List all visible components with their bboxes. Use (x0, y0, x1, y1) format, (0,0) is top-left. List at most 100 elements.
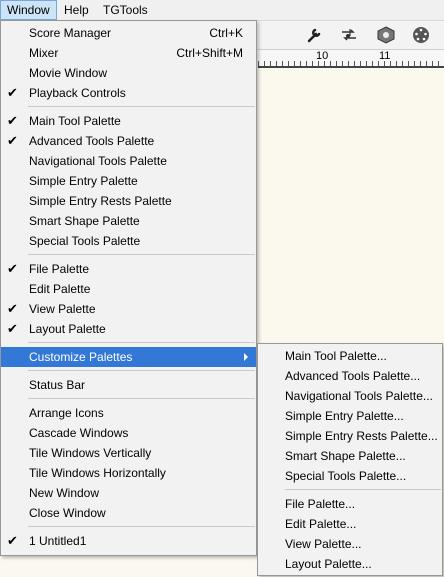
menu-item-label: Advanced Tools Palette (29, 134, 155, 148)
menu-item-label: File Palette (29, 262, 90, 276)
menu-help[interactable]: Help (58, 0, 95, 20)
menu-item-label: View Palette... (285, 537, 362, 551)
menu-item-label: Close Window (29, 506, 106, 520)
menu-separator (1, 103, 256, 111)
menu-item-close-window[interactable]: Close Window (1, 503, 256, 523)
menu-item-layout-palette[interactable]: ✔ Layout Palette (1, 319, 256, 339)
menu-item-label: Special Tools Palette... (285, 469, 407, 483)
wrench-icon[interactable] (306, 26, 324, 44)
menu-item-label: 1 Untitled1 (29, 534, 87, 548)
menu-item-label: Navigational Tools Palette... (285, 389, 433, 403)
menu-item-mixer[interactable]: Mixer Ctrl+Shift+M (1, 43, 256, 63)
menu-item-cascade-windows[interactable]: Cascade Windows (1, 423, 256, 443)
menu-item-simple-entry-palette[interactable]: Simple Entry Palette (1, 171, 256, 191)
menu-item-status-bar[interactable]: Status Bar (1, 375, 256, 395)
checkmark-icon: ✔ (7, 261, 18, 276)
menu-item-special-tools-palette[interactable]: Special Tools Palette... (258, 466, 442, 486)
menu-item-label: Cascade Windows (29, 426, 129, 440)
submenu-arrow-icon (244, 353, 248, 361)
menu-item-arrange-icons[interactable]: Arrange Icons (1, 403, 256, 423)
ruler-label: 11 (379, 50, 391, 62)
menu-item-shortcut: Ctrl+Shift+M (176, 46, 243, 60)
menu-item-label: Movie Window (29, 66, 108, 80)
menu-bar: Window Help TGTools (0, 0, 444, 21)
menu-item-label: Status Bar (29, 378, 86, 392)
menu-item-file-palette[interactable]: File Palette... (258, 494, 442, 514)
menu-item-layout-palette[interactable]: Layout Palette... (258, 554, 442, 574)
speaker-cube-icon[interactable] (376, 26, 395, 44)
menu-item-view-palette[interactable]: View Palette... (258, 534, 442, 554)
menu-item-shortcut: Ctrl+K (209, 26, 243, 40)
menu-item-label: Edit Palette (29, 282, 91, 296)
menu-item-new-window[interactable]: New Window (1, 483, 256, 503)
menu-item-label: Simple Entry Rests Palette (29, 194, 172, 208)
menu-item-advanced-tools-palette[interactable]: ✔ Advanced Tools Palette (1, 131, 256, 151)
menu-item-label: New Window (29, 486, 100, 500)
menu-item-label: Score Manager (29, 26, 112, 40)
menu-item-label: Edit Palette... (285, 517, 357, 531)
menu-item-label: Advanced Tools Palette... (285, 369, 421, 383)
menu-item-simple-entry-rests-palette[interactable]: Simple Entry Rests Palette (1, 191, 256, 211)
menu-item-main-tool-palette[interactable]: Main Tool Palette... (258, 346, 442, 366)
menu-item-1-untitled1[interactable]: ✔ 1 Untitled1 (1, 531, 256, 551)
menu-item-label: Special Tools Palette (29, 234, 141, 248)
menu-separator (258, 486, 442, 494)
menu-item-label: Customize Palettes (29, 350, 133, 364)
menu-item-label: Layout Palette... (285, 557, 372, 571)
checkmark-icon: ✔ (7, 301, 18, 316)
menu-item-simple-entry-palette[interactable]: Simple Entry Palette... (258, 406, 442, 426)
menu-item-label: Layout Palette (29, 322, 106, 336)
window-menu: Score Manager Ctrl+K Mixer Ctrl+Shift+M Movi… (0, 20, 257, 556)
menu-item-view-palette[interactable]: ✔ View Palette (1, 299, 256, 319)
ruler: 10 11 (258, 50, 444, 68)
menu-item-label: Tile Windows Horizontally (29, 466, 166, 480)
menu-item-advanced-tools-palette[interactable]: Advanced Tools Palette... (258, 366, 442, 386)
menu-item-label: Simple Entry Palette... (285, 409, 404, 423)
music-repeat-icon[interactable] (340, 26, 358, 44)
main-toolbar (258, 21, 444, 50)
menu-item-label: Simple Entry Palette (29, 174, 138, 188)
menu-item-tile-windows-horizontally[interactable]: Tile Windows Horizontally (1, 463, 256, 483)
menu-item-tile-windows-vertically[interactable]: Tile Windows Vertically (1, 443, 256, 463)
menu-separator (1, 367, 256, 375)
ruler-label: 10 (316, 50, 329, 62)
menu-item-file-palette[interactable]: ✔ File Palette (1, 259, 256, 279)
menu-item-label: Smart Shape Palette... (285, 449, 406, 463)
menu-item-navigational-tools-palette[interactable]: Navigational Tools Palette... (258, 386, 442, 406)
menu-item-main-tool-palette[interactable]: ✔ Main Tool Palette (1, 111, 256, 131)
menu-item-customize-palettes[interactable]: Customize Palettes (1, 347, 256, 367)
checkmark-icon: ✔ (7, 85, 18, 100)
menu-item-smart-shape-palette[interactable]: Smart Shape Palette (1, 211, 256, 231)
menu-item-label: Smart Shape Palette (29, 214, 140, 228)
menu-item-movie-window[interactable]: Movie Window (1, 63, 256, 83)
menu-separator (1, 251, 256, 259)
menu-item-navigational-tools-palette[interactable]: Navigational Tools Palette (1, 151, 256, 171)
menu-item-smart-shape-palette[interactable]: Smart Shape Palette... (258, 446, 442, 466)
menu-item-score-manager[interactable]: Score Manager Ctrl+K (1, 23, 256, 43)
menu-item-simple-entry-rests-palette[interactable]: Simple Entry Rests Palette... (258, 426, 442, 446)
customize-palettes-submenu: Main Tool Palette... Advanced Tools Palet… (257, 343, 443, 576)
menu-item-label: Mixer (29, 46, 59, 60)
ruler-ticks (258, 61, 444, 66)
menu-item-label: View Palette (29, 302, 96, 316)
menu-separator (1, 395, 256, 403)
menu-item-label: Simple Entry Rests Palette... (285, 429, 438, 443)
checkmark-icon: ✔ (7, 321, 18, 336)
checkmark-icon: ✔ (7, 133, 18, 148)
menu-item-edit-palette[interactable]: Edit Palette (1, 279, 256, 299)
menu-item-label: File Palette... (285, 497, 356, 511)
menu-tgtools[interactable]: TGTools (97, 0, 154, 20)
menu-item-label: Arrange Icons (29, 406, 104, 420)
midi-icon[interactable] (412, 26, 430, 44)
checkmark-icon: ✔ (7, 533, 18, 548)
menu-item-special-tools-palette[interactable]: Special Tools Palette (1, 231, 256, 251)
menu-item-label: Main Tool Palette... (285, 349, 387, 363)
menu-item-label: Navigational Tools Palette (29, 154, 167, 168)
menu-item-label: Tile Windows Vertically (29, 446, 152, 460)
menu-item-edit-palette[interactable]: Edit Palette... (258, 514, 442, 534)
checkmark-icon: ✔ (7, 113, 18, 128)
menu-item-playback-controls[interactable]: ✔ Playback Controls (1, 83, 256, 103)
menu-separator (1, 523, 256, 531)
menu-window[interactable]: Window (0, 0, 57, 20)
menu-item-label: Main Tool Palette (29, 114, 121, 128)
